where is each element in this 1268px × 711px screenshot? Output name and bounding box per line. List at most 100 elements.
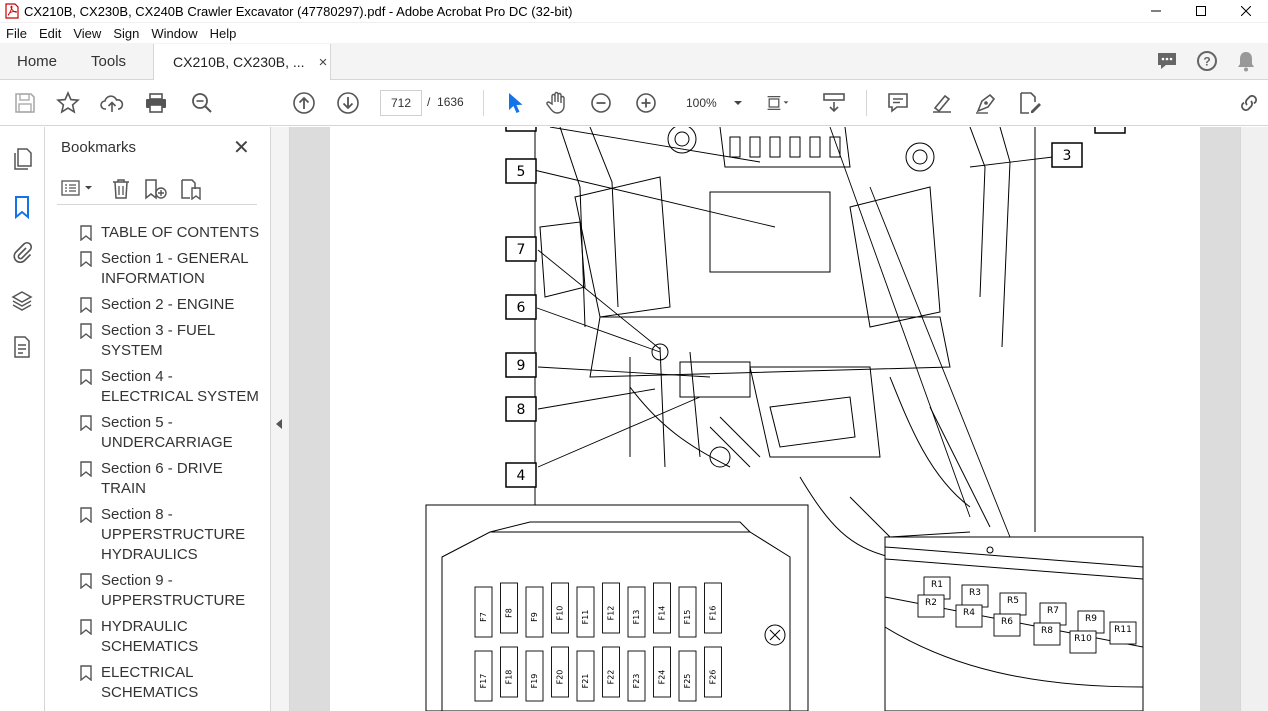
fuse-label: F17: [479, 674, 488, 689]
tab-home[interactable]: Home: [0, 43, 74, 79]
bookmark-star-button[interactable]: [56, 91, 80, 115]
menu-view[interactable]: View: [67, 26, 107, 41]
toolbar-divider: [866, 90, 867, 116]
bookmark-item[interactable]: Section 1 - GENERAL INFORMATION: [75, 249, 267, 289]
bookmark-item[interactable]: Section 3 - FUEL SYSTEM: [75, 321, 267, 361]
bookmark-item[interactable]: HYDRAULIC SCHEMATICS: [75, 617, 267, 657]
panel-collapse-handle[interactable]: [271, 127, 290, 711]
callout-boxes: 5 7 6 9 8 4 3: [505, 127, 1126, 488]
scroll-mode-icon: [823, 93, 845, 113]
menu-window[interactable]: Window: [145, 26, 203, 41]
save-button[interactable]: [13, 91, 37, 115]
fuse-label: F22: [607, 670, 616, 685]
minimize-icon: [1150, 10, 1161, 12]
delete-bookmark-icon[interactable]: [111, 178, 131, 200]
paperclip-icon: [13, 241, 33, 263]
bookmark-item[interactable]: Section 4 - ELECTRICAL SYSTEM: [75, 367, 267, 407]
new-bookmark-from-structure-icon[interactable]: [179, 178, 203, 200]
comment-button[interactable]: [886, 91, 910, 115]
attachments-button[interactable]: [10, 241, 34, 265]
hand-tool-button[interactable]: [545, 91, 569, 115]
fuse: [500, 582, 518, 634]
tab-bar: Home Tools CX210B, CX230B, ... × ?: [0, 43, 1268, 80]
comment-bubble-icon[interactable]: [1156, 51, 1178, 71]
cab-structure-drawing: [534, 127, 1036, 558]
bookmark-item[interactable]: ELECTRICAL SCHEMATICS: [75, 663, 267, 703]
bookmark-options-icon[interactable]: [61, 180, 95, 198]
share-link-button[interactable]: [1237, 91, 1261, 115]
bookmark-icon: [80, 619, 92, 635]
bookmark-icon: [80, 323, 92, 339]
page-thumbnails-button[interactable]: [10, 147, 34, 171]
zoom-out-button[interactable]: [589, 91, 613, 115]
window-title: CX210B, CX230B, CX240B Crawler Excavator…: [24, 3, 573, 19]
layers-icon: [11, 291, 33, 311]
arrow-up-circle-icon: [293, 92, 315, 114]
bookmarks-list: TABLE OF CONTENTS Section 1 - GENERAL INF…: [75, 223, 267, 709]
new-bookmark-icon[interactable]: [144, 178, 168, 200]
next-page-button[interactable]: [336, 91, 360, 115]
callout-label: 9: [517, 358, 526, 374]
zoom-select[interactable]: 100%: [680, 90, 748, 116]
relay-label: R9: [1085, 614, 1097, 624]
relay-label: R4: [963, 608, 975, 618]
fuse: [525, 586, 544, 638]
svg-text:?: ?: [1203, 55, 1210, 69]
tab-document[interactable]: CX210B, CX230B, ... ×: [153, 44, 332, 80]
total-pages: 1636: [437, 95, 464, 109]
bookmarks-panel-button[interactable]: [10, 195, 34, 219]
layers-button[interactable]: [10, 289, 34, 313]
close-tab-button[interactable]: ×: [319, 54, 328, 71]
print-button[interactable]: [144, 91, 168, 115]
select-tool-button[interactable]: [503, 91, 527, 115]
bookmark-item[interactable]: Section 6 - DRIVE TRAIN: [75, 459, 267, 499]
maximize-button[interactable]: [1178, 0, 1223, 23]
bookmark-label: HYDRAULIC SCHEMATICS: [101, 618, 199, 655]
fuse: [474, 586, 493, 638]
document-viewer[interactable]: 5769843 F7 F8 F9 F10 F11 F12 F13 F14 F15 F16 F17 F…: [290, 127, 1240, 711]
bookmark-label: Section 5 - UNDERCARRIAGE: [101, 414, 233, 451]
vertical-scrollbar[interactable]: [1240, 127, 1268, 711]
bookmark-item[interactable]: Section 9 - UPPERSTRUCTURE: [75, 571, 267, 611]
bookmarks-panel: Bookmarks ✕ TABLE OF CONTENTS Section 1 -…: [45, 127, 271, 711]
notifications-bell-icon[interactable]: [1236, 50, 1256, 72]
bookmark-icon: [80, 665, 92, 681]
menu-edit[interactable]: Edit: [33, 26, 67, 41]
bookmark-item[interactable]: TABLE OF CONTENTS: [75, 223, 267, 243]
menu-file[interactable]: File: [0, 26, 33, 41]
fuse-label: F9: [530, 612, 539, 622]
page-count: / 1636: [427, 95, 464, 109]
zoom-search-button[interactable]: [190, 91, 214, 115]
fuse-label: F20: [556, 670, 565, 685]
upload-button[interactable]: [100, 91, 124, 115]
highlight-button[interactable]: [930, 91, 954, 115]
bookmark-label: Section 4 - ELECTRICAL SYSTEM: [101, 368, 259, 405]
bookmark-icon: [80, 225, 92, 241]
star-icon: [56, 91, 80, 114]
close-window-button[interactable]: [1223, 0, 1268, 23]
scroll-mode-button[interactable]: [822, 91, 846, 115]
edit-pdf-button[interactable]: [1018, 91, 1042, 115]
page-display-button[interactable]: [766, 91, 790, 115]
help-icon[interactable]: ?: [1196, 50, 1218, 72]
bookmark-item[interactable]: Section 8 - UPPERSTRUCTURE HYDRAULICS: [75, 505, 267, 565]
page-separator: /: [427, 95, 431, 109]
relay-label: R11: [1114, 625, 1132, 635]
page-number-input[interactable]: 712: [380, 90, 422, 116]
menu-sign[interactable]: Sign: [107, 26, 145, 41]
previous-page-button[interactable]: [292, 91, 316, 115]
menu-help[interactable]: Help: [204, 26, 243, 41]
bookmark-item[interactable]: Section 2 - ENGINE: [75, 295, 267, 315]
tab-tools[interactable]: Tools: [74, 43, 143, 79]
minimize-button[interactable]: [1133, 0, 1178, 23]
close-bookmarks-button[interactable]: ✕: [233, 135, 250, 160]
fuse-label: F7: [479, 612, 488, 622]
draw-button[interactable]: [974, 91, 998, 115]
bookmark-item[interactable]: Section 5 - UNDERCARRIAGE: [75, 413, 267, 453]
content-panel-button[interactable]: [10, 335, 34, 359]
fuse-label: F18: [505, 670, 514, 685]
relay-label: R10: [1074, 634, 1092, 644]
callout-box-partial: [1094, 127, 1126, 134]
zoom-in-button[interactable]: [634, 91, 658, 115]
page-display-icon: [767, 95, 789, 111]
